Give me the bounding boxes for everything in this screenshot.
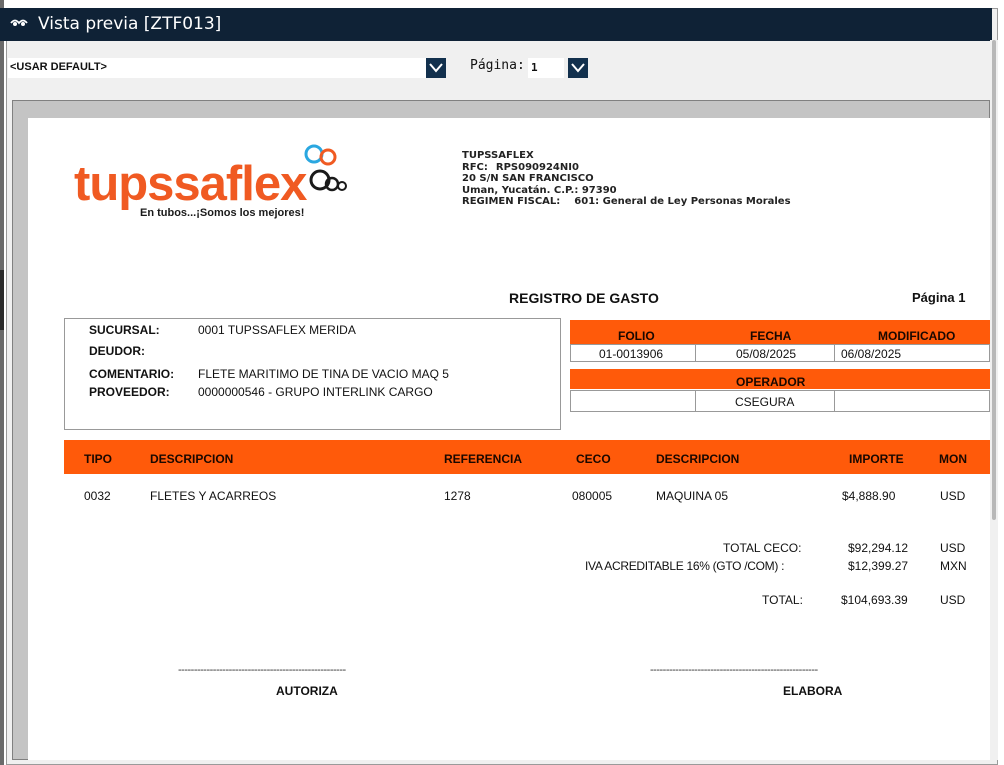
signature-elabora: ELABORA <box>783 684 843 698</box>
cell-divider <box>834 391 835 411</box>
col-referencia: REFERENCIA <box>444 452 523 466</box>
signature-line-autoriza: ----------------------------------------… <box>178 664 346 676</box>
page-label: Página: <box>470 58 525 73</box>
sucursal-label: SUCURSAL: <box>89 323 160 337</box>
row-ceco-descripcion: MAQUINA 05 <box>656 489 729 503</box>
signature-line-elabora: ----------------------------------------… <box>650 664 818 676</box>
template-dropdown-button[interactable] <box>426 58 446 78</box>
total-ceco-currency: USD <box>940 541 966 555</box>
proveedor-label: PROVEEDOR: <box>89 385 170 399</box>
col-mon: MON <box>939 452 967 466</box>
total-ceco-label: TOTAL CECO: <box>723 541 802 555</box>
row-tipo: 0032 <box>84 489 111 503</box>
col-importe: IMPORTE <box>849 452 904 466</box>
toolbar: <USAR DEFAULT> Página: 1 <box>0 56 992 84</box>
comentario-label: COMENTARIO: <box>89 367 175 381</box>
chevron-down-icon <box>571 63 585 73</box>
document-page-number: Página 1 <box>912 290 966 305</box>
company-address2: Uman, Yucatán. C.P.: 97390 <box>462 184 617 196</box>
page-dropdown-button[interactable] <box>568 58 588 78</box>
comentario-value: FLETE MARITIMO DE TINA DE VACIO MAQ 5 <box>198 367 449 381</box>
scrollbar-thumb[interactable] <box>992 40 996 520</box>
operador-header: OPERADOR <box>570 369 990 389</box>
iva-currency: MXN <box>940 559 967 573</box>
signature-autoriza: AUTORIZA <box>276 684 338 698</box>
grand-total-label: TOTAL: <box>762 593 803 607</box>
operador-label: OPERADOR <box>736 375 806 389</box>
document-title: REGISTRO DE GASTO <box>509 290 659 306</box>
left-edge-mark <box>0 270 4 330</box>
folio-value: 01-0013906 <box>599 347 664 361</box>
title-bar: Vista previa [ZTF013] <box>0 8 992 41</box>
row-descripcion: FLETES Y ACARREOS <box>150 489 277 503</box>
col-ceco: CECO <box>576 452 611 466</box>
col-tipo: TIPO <box>84 452 113 466</box>
iva-label: IVA ACREDITABLE 16% (GTO /COM) : <box>585 559 785 573</box>
row-referencia: 1278 <box>444 489 471 503</box>
cell-divider <box>695 345 696 361</box>
company-regimen: REGIMEN FISCAL: 601: General de Ley Perso… <box>462 196 791 207</box>
grand-total-currency: USD <box>940 593 966 607</box>
proveedor-value: 0000000546 - GRUPO INTERLINK CARGO <box>198 385 433 399</box>
preview-icon <box>10 16 28 32</box>
cell-divider <box>695 391 696 411</box>
page-select-value: 1 <box>531 61 538 74</box>
chevron-down-icon <box>429 63 443 73</box>
folio-values-row: 01-0013906 05/08/2025 06/08/2025 <box>570 344 990 362</box>
col-ceco-descripcion: DESCRIPCION <box>656 452 740 466</box>
left-edge <box>0 0 4 765</box>
deudor-label: DEUDOR: <box>89 344 145 358</box>
fecha-label: FECHA <box>750 329 792 343</box>
grand-total-value: $104,693.39 <box>841 593 908 607</box>
row-importe: $4,888.90 <box>842 489 896 503</box>
fecha-value: 05/08/2025 <box>736 347 797 361</box>
company-name: TUPSSAFLEX <box>462 150 534 161</box>
company-info: TUPSSAFLEX RFC: RPS090924NI0 20 S/N SAN F… <box>462 150 791 208</box>
window-title: Vista previa [ZTF013] <box>38 14 222 34</box>
folio-label: FOLIO <box>618 329 655 343</box>
logo-tagline: En tubos...¡Somos los mejores! <box>140 207 305 219</box>
logo-rings-icon <box>304 144 347 192</box>
modificado-label: MODIFICADO <box>878 329 956 343</box>
row-mon: USD <box>940 489 966 503</box>
col-descripcion: DESCRIPCION <box>150 452 234 466</box>
total-ceco-value: $92,294.12 <box>848 541 909 555</box>
items-table-header: TIPO DESCRIPCION REFERENCIA CECO DESCRIP… <box>64 440 990 474</box>
page-select[interactable]: 1 <box>528 58 564 78</box>
iva-value: $12,399.27 <box>848 559 909 573</box>
folio-header: FOLIO FECHA MODIFICADO <box>570 320 990 344</box>
template-select[interactable]: <USAR DEFAULT> <box>8 58 446 78</box>
template-select-value: <USAR DEFAULT> <box>10 61 107 73</box>
logo-wordmark: tupssaflex <box>74 157 307 211</box>
modificado-value: 06/08/2025 <box>841 347 902 361</box>
company-rfc: RFC: RPS090924NI0 <box>462 161 579 173</box>
operador-value: CSEGURA <box>735 395 795 409</box>
sucursal-value: 0001 TUPSSAFLEX MERIDA <box>198 323 356 337</box>
cell-divider <box>834 345 835 361</box>
row-ceco: 080005 <box>572 489 613 503</box>
operador-values-row: CSEGURA <box>570 390 990 412</box>
company-address1: 20 S/N SAN FRANCISCO <box>462 173 594 184</box>
